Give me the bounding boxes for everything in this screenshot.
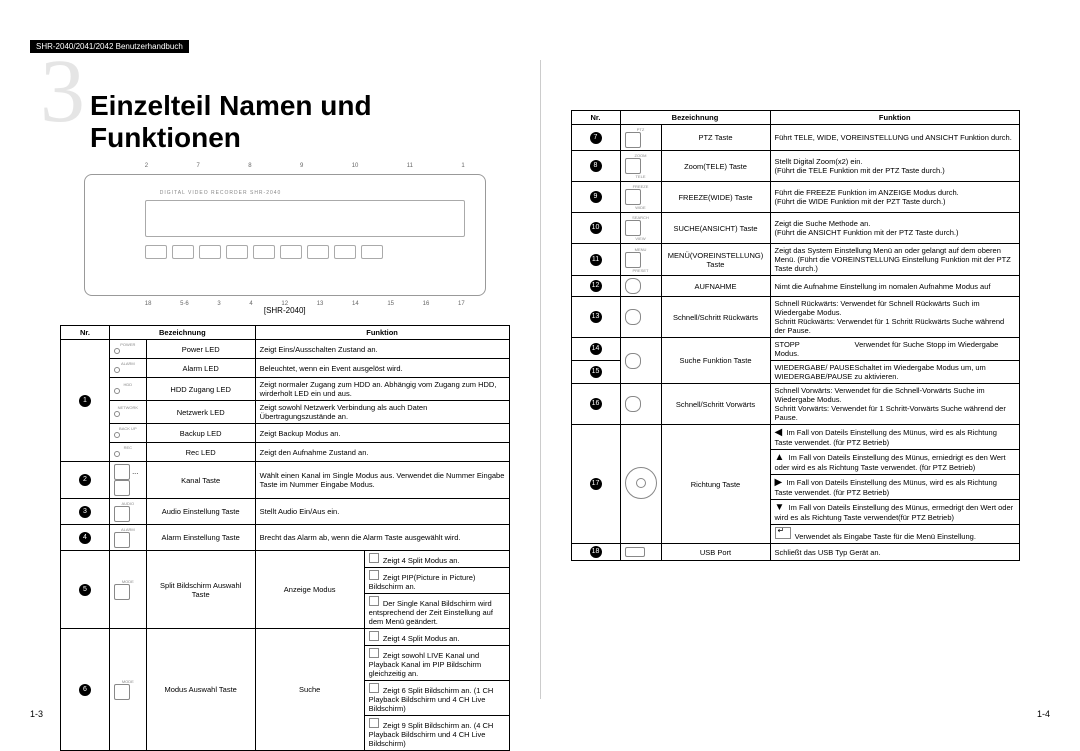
mode-button-icon-2 <box>114 684 130 700</box>
nav-pad-icon <box>625 467 657 499</box>
ptz-button-icon <box>625 132 641 148</box>
alarm-button-icon <box>114 532 130 548</box>
row-rew: Schnell/Schritt Rückwärts <box>661 297 770 338</box>
parts-table-left: Nr. Bezeichnung Funktion 1 POWER Power L… <box>60 325 510 751</box>
ff-button-icon <box>625 396 641 412</box>
audio-button-icon <box>114 506 130 522</box>
row-power-led: Power LED <box>146 340 255 359</box>
row-aufnahme: AUFNAHME <box>661 276 770 297</box>
search-pip-icon <box>369 648 379 658</box>
network-led-icon <box>114 411 120 417</box>
hdd-led-icon <box>114 388 120 394</box>
th-name: Bezeichnung <box>110 326 256 340</box>
usb-port-icon <box>625 547 645 557</box>
num-9: 9 <box>590 191 602 203</box>
th-nr: Nr. <box>61 326 110 340</box>
device-diagram: 278910111 DIGITAL VIDEO RECORDER SHR-204… <box>84 174 486 296</box>
num-15: 15 <box>590 366 602 378</box>
num-10: 10 <box>590 222 602 234</box>
menu-button-icon <box>625 252 641 268</box>
num-4: 4 <box>79 532 91 544</box>
row-usb: USB Port <box>661 544 770 561</box>
right-page: Nr. Bezeichnung Funktion 7 PTZ PTZ Taste… <box>551 60 1041 699</box>
stop-button-icon <box>625 353 641 369</box>
mode-button-icon <box>114 584 130 600</box>
num-5: 5 <box>79 584 91 596</box>
alarm-led-icon <box>114 367 120 373</box>
arrow-left-icon: ◀ <box>775 427 783 438</box>
row-alarm-led: Alarm LED <box>146 359 255 378</box>
parts-table-right: Nr. Bezeichnung Funktion 7 PTZ PTZ Taste… <box>571 110 1021 561</box>
page-number-right: 1-4 <box>1037 709 1050 719</box>
num-7: 7 <box>590 132 602 144</box>
row-ptz: PTZ Taste <box>661 125 770 151</box>
device-model-label: DIGITAL VIDEO RECORDER SHR-2040 <box>160 190 282 196</box>
num-13: 13 <box>590 311 602 323</box>
row-freeze: FREEZE(WIDE) Taste <box>661 182 770 213</box>
row-backup-led: Backup LED <box>146 424 255 443</box>
row-suchefunc: Suche Funktion Taste <box>661 338 770 384</box>
num-12: 12 <box>590 280 602 292</box>
rew-button-icon <box>625 309 641 325</box>
left-page: 3 Einzelteil Namen und Funktionen 278910… <box>40 60 530 699</box>
row-network-led: Netzwerk LED <box>146 401 255 424</box>
arrow-up-icon: ▲ <box>775 452 785 463</box>
row-anzeige: Anzeige Modus <box>255 551 364 629</box>
seq-icon <box>369 596 379 606</box>
arrow-right-icon: ▶ <box>775 477 783 488</box>
page-divider <box>540 60 541 699</box>
num-2: 2 <box>79 474 91 486</box>
row-ff: Schnell/Schritt Vorwärts <box>661 384 770 425</box>
row-alarm-btn: Alarm Einstellung Taste <box>146 525 255 551</box>
row-direction: Richtung Taste <box>661 425 770 544</box>
row-hdd-led: HDD Zugang LED <box>146 378 255 401</box>
rec-button-icon <box>625 278 641 294</box>
row-rec-led: Rec LED <box>146 443 255 462</box>
num-14: 14 <box>590 343 602 355</box>
zoom-button-icon <box>625 158 641 174</box>
page-number-left: 1-3 <box>30 709 43 719</box>
num-16: 16 <box>590 398 602 410</box>
row-search: SUCHE(ANSICHT) Taste <box>661 213 770 244</box>
row-audio: Audio Einstellung Taste <box>146 499 255 525</box>
row-kanal: Kanal Taste <box>146 462 255 499</box>
diagram-caption: [SHR-2040] <box>60 306 510 315</box>
row-split-mode: Split Bildschirm Auswahl Taste <box>146 551 255 629</box>
th-func: Funktion <box>255 326 509 340</box>
channel-button-icon <box>114 464 130 480</box>
row-mode-select: Modus Auswahl Taste <box>146 629 255 751</box>
chapter-heading: Einzelteil Namen und Funktionen <box>90 90 510 154</box>
backup-led-icon <box>114 432 120 438</box>
num-8: 8 <box>590 160 602 172</box>
th-func-r: Funktion <box>770 111 1020 125</box>
th-name-r: Bezeichnung <box>620 111 770 125</box>
search-split9-icon <box>369 718 379 728</box>
freeze-button-icon <box>625 189 641 205</box>
rec-led-icon <box>114 451 120 457</box>
search-split6-icon <box>369 683 379 693</box>
row-suche: Suche <box>255 629 364 751</box>
num-11: 11 <box>590 254 602 266</box>
search-split4-icon <box>369 631 379 641</box>
chapter-number: 3 <box>40 40 85 143</box>
num-1: 1 <box>79 395 91 407</box>
row-zoom: Zoom(TELE) Taste <box>661 151 770 182</box>
arrow-down-icon: ▼ <box>775 502 785 513</box>
num-3: 3 <box>79 506 91 518</box>
enter-icon <box>775 527 791 539</box>
num-18: 18 <box>590 546 602 558</box>
num-6: 6 <box>79 684 91 696</box>
power-led-icon <box>114 348 120 354</box>
pip-icon <box>369 570 379 580</box>
row-menu: MENÜ(VOREINSTELLUNG) Taste <box>661 244 770 276</box>
chapter-title: 3 Einzelteil Namen und Funktionen <box>60 90 510 154</box>
split4-icon <box>369 553 379 563</box>
th-nr-r: Nr. <box>571 111 620 125</box>
search-button-icon <box>625 220 641 236</box>
num-17: 17 <box>590 478 602 490</box>
